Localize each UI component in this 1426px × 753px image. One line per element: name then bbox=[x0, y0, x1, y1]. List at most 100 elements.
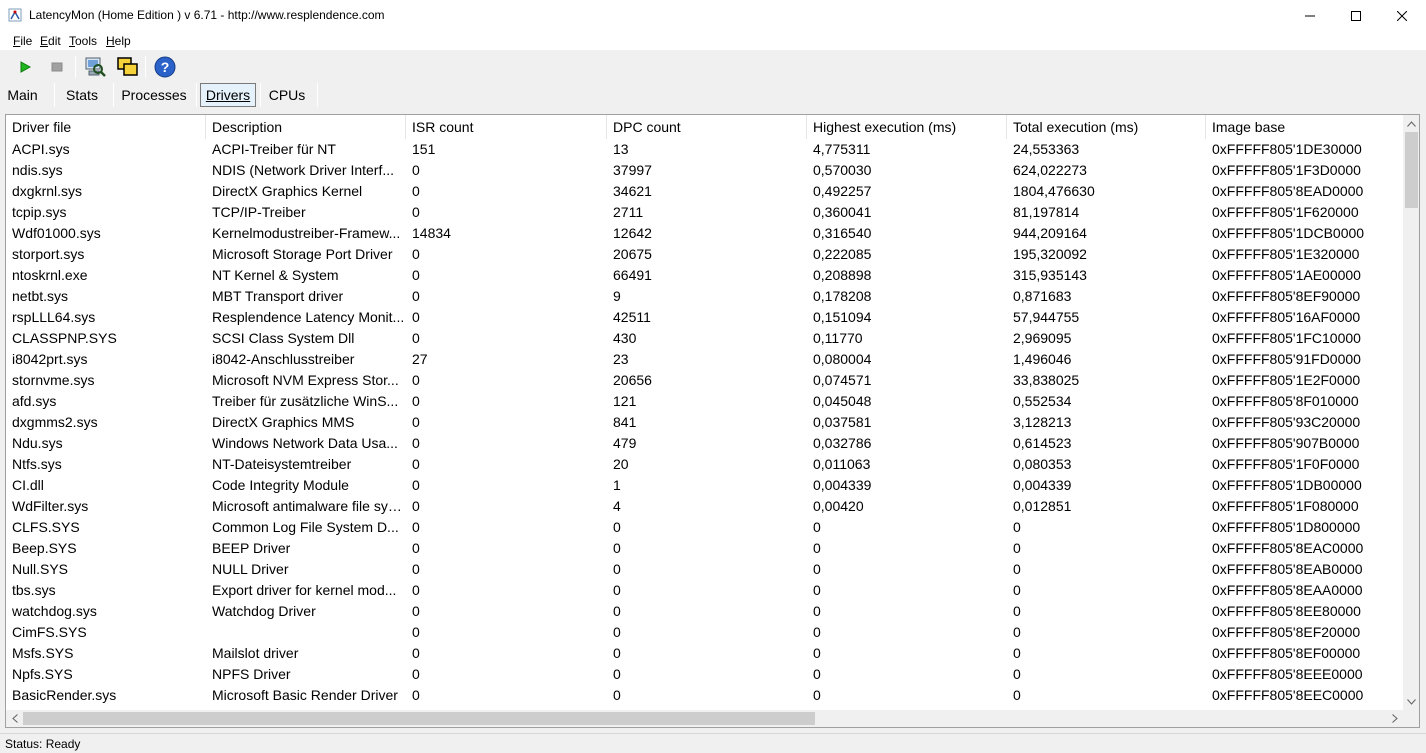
scrollbar-corner bbox=[1403, 710, 1419, 727]
computer-search-button[interactable] bbox=[82, 54, 108, 80]
table-row[interactable]: WdFilter.sys Microsoft antimalware file s… bbox=[6, 496, 1403, 517]
cell-isr-count: 0 bbox=[412, 309, 420, 325]
cell-highest-execution: 0 bbox=[813, 687, 821, 703]
cell-highest-execution: 0 bbox=[813, 519, 821, 535]
cell-image-base: 0xFFFFF805'8EAD0000 bbox=[1212, 183, 1364, 199]
table-row[interactable]: watchdog.sys Watchdog Driver 0 0 0 0 0xFFFFF80… bbox=[6, 601, 1403, 622]
cell-isr-count: 0 bbox=[412, 624, 420, 640]
cell-image-base: 0xFFFFF805'1F080000 bbox=[1212, 498, 1359, 514]
table-row[interactable]: Msfs.SYS Mailslot driver 0 0 0 0 0xFFFFF805'8E… bbox=[6, 643, 1403, 664]
chevron-down-icon bbox=[1407, 698, 1416, 705]
column-header-highest-execution[interactable]: Highest execution (ms) bbox=[807, 115, 1007, 139]
horizontal-scrollbar[interactable] bbox=[6, 710, 1403, 727]
column-header-dpc-count[interactable]: DPC count bbox=[607, 115, 807, 139]
table-row[interactable]: afd.sys Treiber für zusätzliche WinS... 0 1… bbox=[6, 391, 1403, 412]
column-header-total-execution[interactable]: Total execution (ms) bbox=[1007, 115, 1206, 139]
cell-description: Microsoft Storage Port Driver bbox=[212, 246, 393, 262]
table-row[interactable]: BasicRender.sys Microsoft Basic Render Dr… bbox=[6, 685, 1403, 706]
cell-dpc-count: 1 bbox=[613, 477, 621, 493]
cell-image-base: 0xFFFFF805'1AE00000 bbox=[1212, 267, 1361, 283]
cell-dpc-count: 2711 bbox=[613, 204, 644, 220]
table-row[interactable]: Beep.SYS BEEP Driver 0 0 0 0 0xFFFFF805'8EAC00… bbox=[6, 538, 1403, 559]
tab-drivers[interactable]: Drivers bbox=[200, 83, 256, 107]
cell-dpc-count: 12642 bbox=[613, 225, 652, 241]
cell-isr-count: 0 bbox=[412, 183, 420, 199]
cell-isr-count: 0 bbox=[412, 414, 420, 430]
column-header-isr-count[interactable]: ISR count bbox=[406, 115, 607, 139]
cell-total-execution: 0,080353 bbox=[1013, 456, 1072, 472]
cell-image-base: 0xFFFFF805'8EAB0000 bbox=[1212, 561, 1363, 577]
cell-driver-file: Npfs.SYS bbox=[12, 666, 73, 682]
cell-isr-count: 0 bbox=[412, 519, 420, 535]
table-row[interactable]: i8042prt.sys i8042-Anschlusstreiber 27 23 0,… bbox=[6, 349, 1403, 370]
cell-description: NT-Dateisystemtreiber bbox=[212, 456, 352, 472]
scroll-left-button[interactable] bbox=[6, 710, 23, 727]
tab-processes[interactable]: Processes bbox=[119, 83, 189, 107]
start-button[interactable] bbox=[12, 54, 38, 80]
cell-highest-execution: 0,316540 bbox=[813, 225, 872, 241]
table-row[interactable]: tbs.sys Export driver for kernel mod... 0 0… bbox=[6, 580, 1403, 601]
table-row[interactable]: netbt.sys MBT Transport driver 0 9 0,178208 0… bbox=[6, 286, 1403, 307]
cell-driver-file: tbs.sys bbox=[12, 582, 56, 598]
column-header-description[interactable]: Description bbox=[206, 115, 406, 139]
minimize-button[interactable] bbox=[1287, 0, 1333, 31]
scroll-down-button[interactable] bbox=[1403, 693, 1419, 710]
scroll-right-button[interactable] bbox=[1386, 710, 1403, 727]
cell-isr-count: 0 bbox=[412, 666, 420, 682]
vertical-scrollbar[interactable] bbox=[1403, 115, 1419, 710]
table-row[interactable]: Npfs.SYS NPFS Driver 0 0 0 0 0xFFFFF805'8EEE00… bbox=[6, 664, 1403, 685]
cell-isr-count: 0 bbox=[412, 603, 420, 619]
cell-driver-file: ntoskrnl.exe bbox=[12, 267, 88, 283]
table-row[interactable]: Ndu.sys Windows Network Data Usa... 0 479 0,… bbox=[6, 433, 1403, 454]
table-row[interactable]: stornvme.sys Microsoft NVM Express Stor..… bbox=[6, 370, 1403, 391]
table-row[interactable]: CLASSPNP.SYS SCSI Class System Dll 0 430 0,1… bbox=[6, 328, 1403, 349]
table-row[interactable]: CI.dll Code Integrity Module 0 1 0,004339 0,0… bbox=[6, 475, 1403, 496]
table-row[interactable]: tcpip.sys TCP/IP-Treiber 0 2711 0,360041 81,1… bbox=[6, 202, 1403, 223]
maximize-button[interactable] bbox=[1333, 0, 1379, 31]
table-row[interactable]: dxgkrnl.sys DirectX Graphics Kernel 0 34621… bbox=[6, 181, 1403, 202]
column-header-image-base[interactable]: Image base bbox=[1206, 115, 1403, 139]
tab-stats[interactable]: Stats bbox=[60, 83, 104, 107]
table-row[interactable]: dxgmms2.sys DirectX Graphics MMS 0 841 0,037… bbox=[6, 412, 1403, 433]
cell-driver-file: dxgkrnl.sys bbox=[12, 183, 83, 199]
cell-highest-execution: 0,222085 bbox=[813, 246, 872, 262]
cell-image-base: 0xFFFFF805'8EEC0000 bbox=[1212, 687, 1364, 703]
help-button[interactable]: ? bbox=[152, 54, 178, 80]
menu-help[interactable]: Help bbox=[106, 34, 131, 48]
table-row[interactable]: Null.SYS NULL Driver 0 0 0 0 0xFFFFF805'8EAB00… bbox=[6, 559, 1403, 580]
cell-total-execution: 0,552534 bbox=[1013, 393, 1072, 409]
scroll-up-button[interactable] bbox=[1403, 115, 1419, 132]
column-header-driver-file[interactable]: Driver file bbox=[6, 115, 206, 139]
list-header: Driver file Description ISR count DPC co… bbox=[6, 115, 1403, 139]
cell-description: TCP/IP-Treiber bbox=[212, 204, 306, 220]
table-row[interactable]: Ntfs.sys NT-Dateisystemtreiber 0 20 0,011063… bbox=[6, 454, 1403, 475]
table-row[interactable]: ACPI.sys ACPI-Treiber für NT 151 13 4,775311… bbox=[6, 139, 1403, 160]
stop-button[interactable] bbox=[44, 54, 70, 80]
table-row[interactable]: ndis.sys NDIS (Network Driver Interf... 0 3… bbox=[6, 160, 1403, 181]
table-row[interactable]: Wdf01000.sys Kernelmodustreiber-Framew...… bbox=[6, 223, 1403, 244]
menu-file[interactable]: File bbox=[13, 34, 32, 48]
cell-image-base: 0xFFFFF805'907B0000 bbox=[1212, 435, 1360, 451]
drivers-list[interactable]: Driver file Description ISR count DPC co… bbox=[5, 114, 1420, 728]
toolbar: ? bbox=[0, 51, 1426, 82]
table-row[interactable]: storport.sys Microsoft Storage Port Drive… bbox=[6, 244, 1403, 265]
cell-image-base: 0xFFFFF805'8EF90000 bbox=[1212, 288, 1361, 304]
table-row[interactable]: rspLLL64.sys Resplendence Latency Monit..… bbox=[6, 307, 1403, 328]
table-row[interactable]: CimFS.SYS 0 0 0 0 0xFFFFF805'8EF20000 bbox=[6, 622, 1403, 643]
table-row[interactable]: ntoskrnl.exe NT Kernel & System 0 66491 0,20… bbox=[6, 265, 1403, 286]
tab-main[interactable]: Main bbox=[4, 83, 41, 107]
menu-edit[interactable]: Edit bbox=[40, 34, 61, 48]
menu-tools[interactable]: Tools bbox=[69, 34, 97, 48]
cell-total-execution: 0 bbox=[1013, 645, 1021, 661]
close-button[interactable] bbox=[1379, 0, 1425, 31]
cell-description: NULL Driver bbox=[212, 561, 289, 577]
chevron-right-icon bbox=[1391, 714, 1398, 723]
cell-total-execution: 0 bbox=[1013, 540, 1021, 556]
cell-driver-file: rspLLL64.sys bbox=[12, 309, 96, 325]
windows-button[interactable] bbox=[114, 54, 140, 80]
vertical-scroll-thumb[interactable] bbox=[1405, 132, 1418, 208]
cell-description: Treiber für zusätzliche WinS... bbox=[212, 393, 399, 409]
horizontal-scroll-thumb[interactable] bbox=[23, 712, 815, 725]
tab-cpus[interactable]: CPUs bbox=[265, 83, 309, 107]
table-row[interactable]: CLFS.SYS Common Log File System D... 0 0 0 0 0… bbox=[6, 517, 1403, 538]
